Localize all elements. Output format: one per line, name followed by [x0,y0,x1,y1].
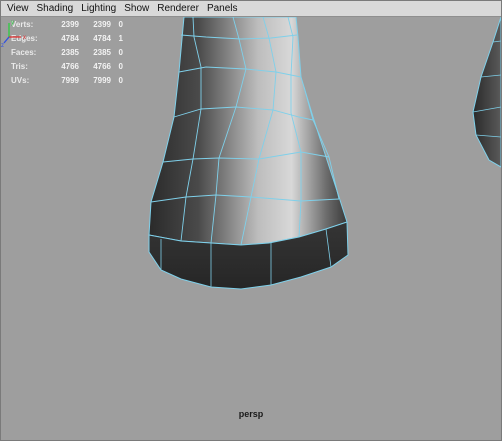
menu-renderer[interactable]: Renderer [153,1,203,16]
axis-z-label: z [1,43,4,47]
hud-value: 1 [118,34,123,43]
hud-value: 2399 [93,20,111,29]
menu-view[interactable]: View [1,1,33,16]
axis-gizmo-icon: x y z [1,20,26,47]
hud-row-uvs: UVs: 7999 7999 0 [11,74,131,88]
hud-value: 7999 [93,76,111,85]
axis-x-label: x [23,35,26,41]
hud-value: 4784 [93,34,111,43]
hud-row-faces: Faces: 2385 2385 0 [11,46,131,60]
menu-lighting[interactable]: Lighting [77,1,120,16]
menu-panels[interactable]: Panels [203,1,242,16]
3d-viewport[interactable]: Verts: 2399 2399 0 Edges: 4784 4784 1 Fa… [1,17,501,440]
hud-label: Tris: [11,62,28,71]
hud-value: 0 [118,20,123,29]
menu-shading[interactable]: Shading [33,1,78,16]
maya-viewport-window: View Shading Lighting Show Renderer Pane… [0,0,502,441]
axis-y-label: y [11,20,14,26]
viewport-menubar: View Shading Lighting Show Renderer Pane… [1,1,501,17]
hud-label: UVs: [11,76,30,85]
hud-value: 2399 [61,20,79,29]
hud-value: 2385 [61,48,79,57]
hud-value: 0 [118,76,123,85]
partial-mesh-right [472,17,501,168]
hud-value: 7999 [61,76,79,85]
menu-show[interactable]: Show [120,1,153,16]
camera-name-label: persp [238,409,264,419]
hud-label: Faces: [11,48,37,57]
hud-value: 4766 [61,62,79,71]
hud-value: 0 [118,62,123,71]
hud-value: 0 [118,48,123,57]
hud-value: 4784 [61,34,79,43]
hud-value: 2385 [93,48,111,57]
hud-value: 4766 [93,62,111,71]
hud-row-tris: Tris: 4766 4766 0 [11,60,131,74]
